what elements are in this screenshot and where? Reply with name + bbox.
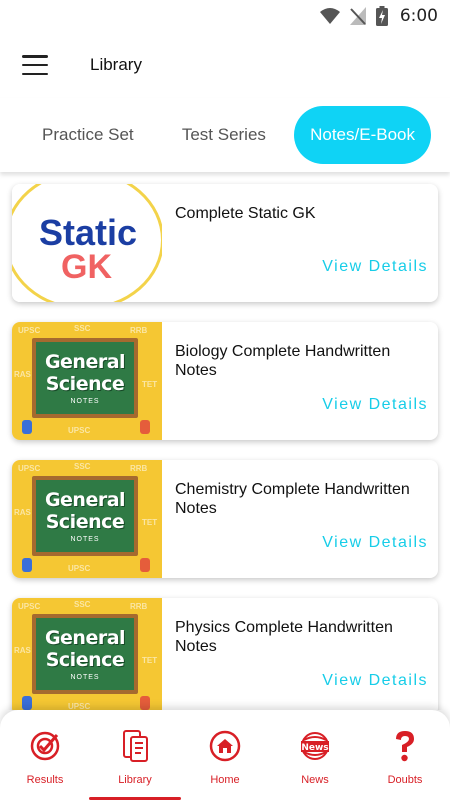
list-item[interactable]: Static GK Complete Static GK View Detail… <box>12 184 438 302</box>
notes-list[interactable]: Static GK Complete Static GK View Detail… <box>0 172 450 710</box>
page-title: Library <box>90 55 142 74</box>
battery-charging-icon <box>375 6 388 26</box>
wifi-icon <box>319 7 340 25</box>
list-item[interactable]: UPSC SSC RRB RAS TET UPSC General Scienc… <box>12 460 438 578</box>
nav-doubts[interactable]: Doubts <box>360 710 450 800</box>
nav-label: News <box>301 774 329 786</box>
item-title: Biology Complete Handwritten Notes <box>175 343 391 379</box>
nav-library[interactable]: Library <box>89 710 181 800</box>
tab-notes-ebook[interactable]: Notes/E-Book <box>294 106 431 164</box>
news-icon: News <box>297 728 333 764</box>
status-bar: 6:00 <box>0 0 450 32</box>
tab-test-series[interactable]: Test Series <box>162 106 286 164</box>
list-item[interactable]: UPSC SSC RRB RAS TET UPSC General Scienc… <box>12 598 438 710</box>
static-gk-thumbnail: Static GK <box>12 184 162 302</box>
student-figure <box>140 420 150 434</box>
nav-news[interactable]: News News <box>270 710 360 800</box>
view-details-link[interactable]: View Details <box>322 258 428 276</box>
bottom-navigation: Results Library Home News News Doubts <box>0 710 450 800</box>
chalkboard: General Science NOTES <box>32 338 138 418</box>
list-item[interactable]: UPSC SSC RRB RAS TET UPSC General Scienc… <box>12 322 438 440</box>
nav-label: Results <box>26 774 64 786</box>
nav-label: Home <box>210 774 240 786</box>
nav-home[interactable]: Home <box>180 710 270 800</box>
hamburger-icon <box>22 55 48 58</box>
tab-practice-set[interactable]: Practice Set <box>22 106 154 164</box>
app-bar: Library <box>0 32 450 98</box>
student-figure <box>22 558 32 572</box>
student-figure <box>22 420 32 434</box>
general-science-thumbnail: UPSC SSC RRB RAS TET UPSC General Scienc… <box>12 322 162 440</box>
menu-button[interactable] <box>22 55 48 75</box>
results-target-icon <box>27 728 63 764</box>
library-book-icon <box>117 728 153 764</box>
home-icon <box>207 728 243 764</box>
student-figure <box>22 696 32 710</box>
nav-label: Library <box>118 774 152 786</box>
status-time: 6:00 <box>399 6 438 26</box>
svg-text:News: News <box>301 743 328 753</box>
tab-bar: Practice Set Test Series Notes/E-Book <box>0 98 450 172</box>
item-title: Chemistry Complete Handwritten Notes <box>175 481 410 517</box>
student-figure <box>140 558 150 572</box>
general-science-thumbnail: UPSC SSC RRB RAS TET UPSC General Scienc… <box>12 598 162 710</box>
item-title: Complete Static GK <box>175 205 316 222</box>
general-science-thumbnail: UPSC SSC RRB RAS TET UPSC General Scienc… <box>12 460 162 578</box>
no-signal-icon <box>349 7 366 25</box>
student-figure <box>140 696 150 710</box>
chalkboard: General Science NOTES <box>32 476 138 556</box>
nav-label: Doubts <box>387 774 423 786</box>
view-details-link[interactable]: View Details <box>322 672 428 690</box>
view-details-link[interactable]: View Details <box>322 534 428 552</box>
nav-results[interactable]: Results <box>0 710 90 800</box>
view-details-link[interactable]: View Details <box>322 396 428 414</box>
question-mark-icon <box>387 728 423 764</box>
thumbnail-text: GK <box>61 248 112 286</box>
item-title: Physics Complete Handwritten Notes <box>175 619 393 655</box>
chalkboard: General Science NOTES <box>32 614 138 694</box>
